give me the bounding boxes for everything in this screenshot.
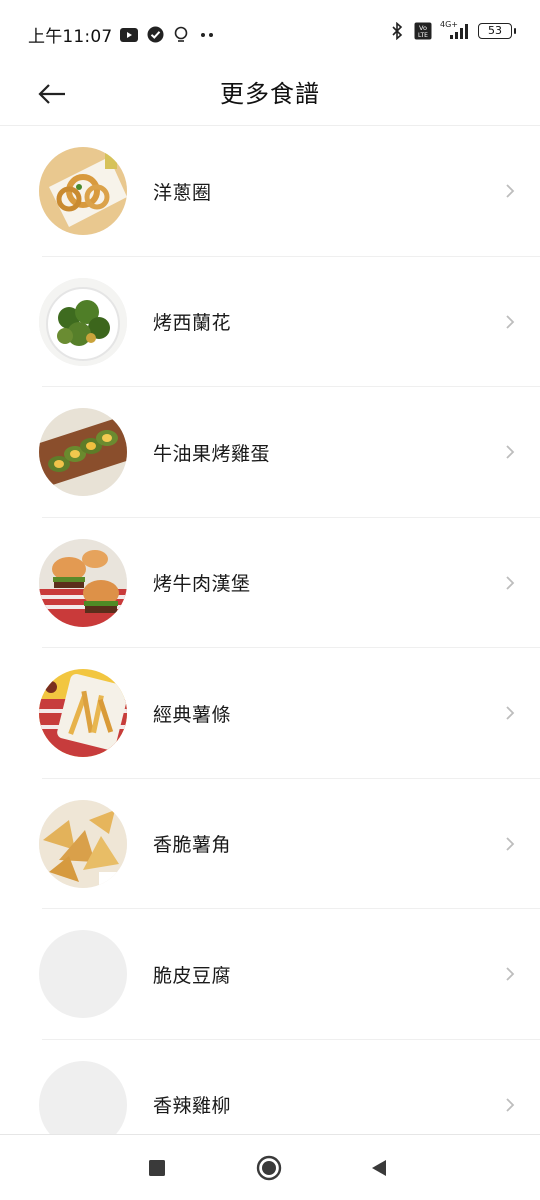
recipe-name: 烤牛肉漢堡 — [153, 573, 251, 596]
signal-icon: 4G+ — [440, 20, 470, 40]
recipe-item-avocado-egg[interactable]: 牛油果烤雞蛋 — [0, 387, 540, 518]
chevron-right-icon — [502, 1097, 518, 1113]
nav-back-button[interactable] — [362, 1151, 396, 1185]
status-bar-right: Vo LTE 4G+ 53 — [388, 20, 516, 40]
page-title: 更多食譜 — [220, 80, 320, 108]
status-time: 上午11:07 — [28, 27, 113, 47]
recipe-list: 洋蔥圈 烤西蘭花 牛油果烤雞蛋 烤牛肉漢堡 經典薯條 香脆薯角 脆皮豆腐 香辣雞… — [0, 126, 540, 1170]
recipe-name: 洋蔥圈 — [153, 181, 212, 204]
home-button[interactable] — [252, 1151, 286, 1185]
youtube-icon — [120, 26, 139, 44]
recipe-item-fries[interactable]: 經典薯條 — [0, 648, 540, 779]
recipe-name: 經典薯條 — [153, 703, 232, 726]
svg-text:LTE: LTE — [418, 32, 428, 39]
network-label: 4G+ — [440, 20, 458, 29]
back-triangle-icon — [372, 1160, 386, 1176]
chevron-right-icon — [502, 183, 518, 199]
recipe-item-crispy-tofu[interactable]: 脆皮豆腐 — [0, 909, 540, 1040]
recipe-thumbnail — [39, 669, 127, 758]
recents-button[interactable] — [140, 1151, 174, 1185]
svg-text:Vo: Vo — [419, 24, 427, 32]
system-nav-bar — [0, 1134, 540, 1200]
chevron-right-icon — [502, 836, 518, 852]
chevron-right-icon — [502, 314, 518, 330]
recipe-thumbnail — [39, 799, 127, 888]
recipe-name: 牛油果烤雞蛋 — [153, 442, 271, 465]
bluetooth-icon — [388, 22, 406, 40]
recipe-thumbnail — [39, 408, 127, 497]
check-badge-icon — [146, 26, 164, 44]
volte-icon: Vo LTE — [414, 22, 432, 40]
recipe-name: 香辣雞柳 — [153, 1095, 232, 1118]
chevron-right-icon — [502, 444, 518, 460]
recipe-item-burger[interactable]: 烤牛肉漢堡 — [0, 518, 540, 648]
bulb-icon — [172, 26, 190, 44]
more-dots-icon — [198, 26, 216, 44]
recipe-thumbnail — [39, 147, 127, 236]
square-icon — [149, 1160, 165, 1176]
app-header: 更多食譜 — [0, 64, 540, 126]
recipe-thumbnail-placeholder — [39, 930, 127, 1019]
recipe-thumbnail — [39, 538, 127, 627]
chevron-right-icon — [502, 705, 518, 721]
recipe-name: 烤西蘭花 — [153, 312, 232, 335]
recipe-item-onion-rings[interactable]: 洋蔥圈 — [0, 126, 540, 257]
recipe-name: 香脆薯角 — [153, 834, 232, 857]
status-bar: 上午11:07 Vo LTE 4G+ 53 — [0, 0, 540, 64]
recipe-thumbnail — [39, 277, 127, 366]
recipe-name: 脆皮豆腐 — [153, 964, 232, 987]
recipe-item-broccoli[interactable]: 烤西蘭花 — [0, 257, 540, 387]
chevron-right-icon — [502, 966, 518, 982]
battery-icon: 53 — [478, 23, 516, 39]
chevron-right-icon — [502, 575, 518, 591]
recipe-item-potato-wedges[interactable]: 香脆薯角 — [0, 779, 540, 909]
status-bar-left: 上午11:07 — [28, 22, 216, 47]
home-circle-icon — [256, 1155, 282, 1181]
